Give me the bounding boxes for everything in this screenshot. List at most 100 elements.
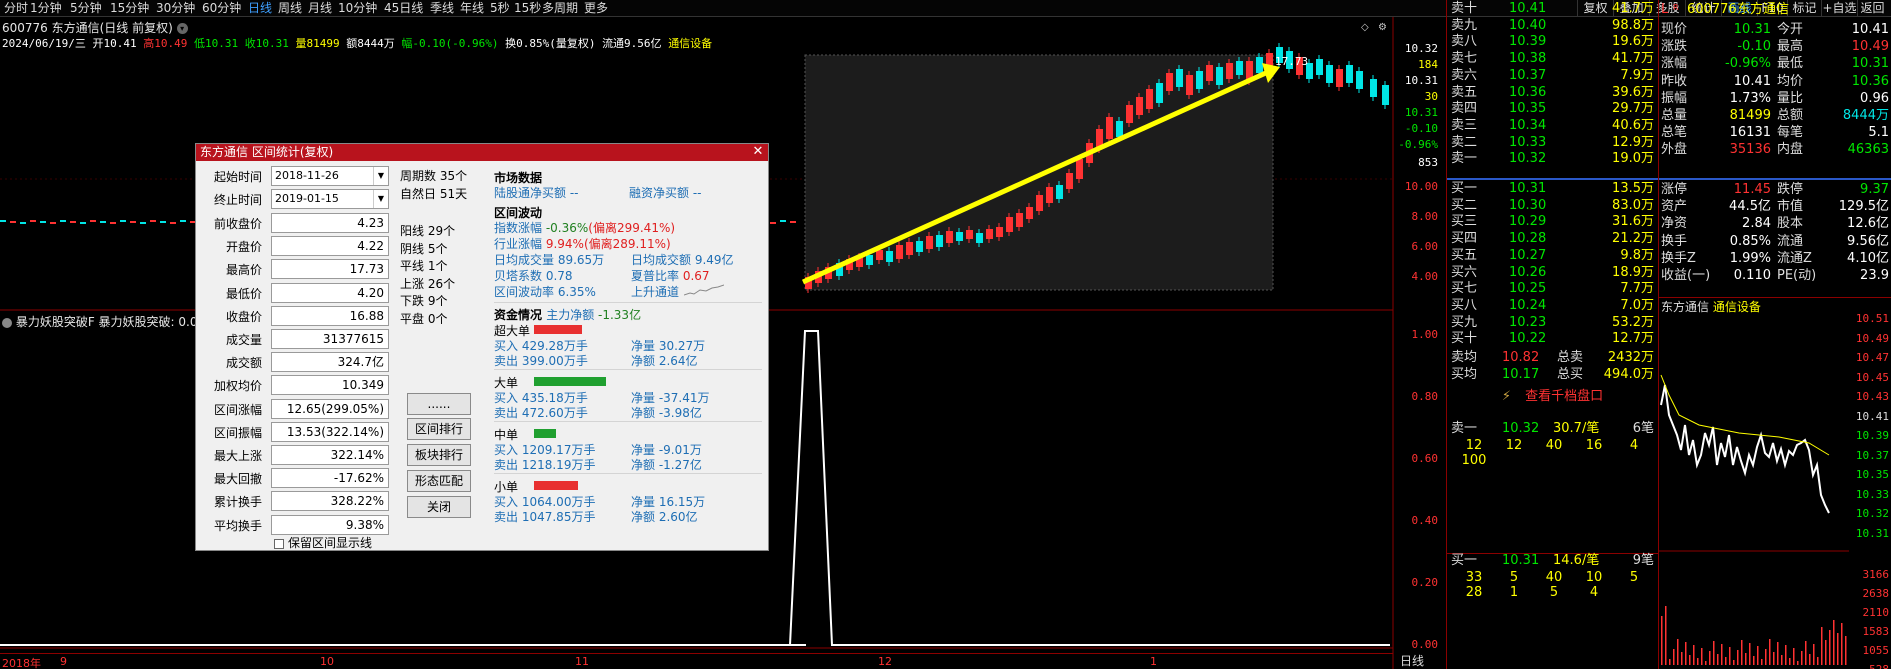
volume-bar: [1777, 642, 1779, 665]
candle-flat: [770, 222, 776, 224]
period-tab-6[interactable]: 日线: [248, 1, 272, 16]
quote-value: 9.56亿: [1847, 233, 1889, 249]
volume-bar: [1789, 658, 1791, 665]
mini-price-tick-1: 10.49: [1855, 331, 1889, 345]
ob-volume: 7.0万: [1620, 297, 1654, 313]
period-tab-1[interactable]: 1分钟: [30, 1, 62, 16]
dialog-button-4[interactable]: 关闭: [407, 496, 471, 518]
stat-value-5: 31377615: [271, 329, 389, 349]
date-axis: 2018年 9 10 11 12 1: [0, 653, 1393, 669]
date-tick-3: 11: [575, 655, 589, 668]
mini-chart-top: [1659, 297, 1891, 298]
dialog-button-3[interactable]: 形态匹配: [407, 470, 471, 492]
bid-row-6: 买七 10.25 7.7万: [1447, 281, 1658, 297]
period-tab-9[interactable]: 10分钟: [338, 1, 377, 16]
keep-range-line-checkbox[interactable]: 保留区间显示线: [274, 534, 372, 551]
candle: [906, 242, 913, 255]
dialog-button-0[interactable]: ......: [407, 393, 471, 415]
gear-icon[interactable]: [2, 317, 12, 328]
candle-flat: [30, 220, 36, 222]
ob-level-label: 买三: [1451, 214, 1478, 230]
ob-level-label: 买六: [1451, 264, 1478, 280]
period-count: 周期数 35个: [400, 169, 468, 183]
group-net-amt-0: 净额 2.64亿: [631, 352, 698, 369]
view-depth-link[interactable]: ⚡ 查看千档盘口: [1447, 389, 1658, 405]
quote-label: 内盘: [1777, 142, 1804, 158]
end-date-select[interactable]: 2019-01-15 ▼: [271, 189, 389, 209]
candle-flat: [20, 222, 26, 224]
candle-flat: [110, 222, 116, 224]
volume-bar: [1845, 636, 1847, 665]
ob-volume: 7.7万: [1620, 281, 1654, 297]
diamond-icon[interactable]: ◇: [1361, 22, 1369, 33]
stat-value-10: 322.14%: [271, 445, 389, 465]
period-tab-8[interactable]: 月线: [308, 1, 332, 16]
start-date-select[interactable]: 2018-11-26 ▼: [271, 166, 389, 186]
avg-buy-value: 10.17: [1502, 367, 1540, 382]
dialog-button-1[interactable]: 区间排行: [407, 418, 471, 440]
ask1-detail-queue: 100: [1461, 453, 1487, 468]
volume-bar: [1693, 645, 1695, 665]
close-icon[interactable]: ✕: [751, 145, 765, 159]
bid-row-7: 买八 10.24 7.0万: [1447, 298, 1658, 314]
period-tab-2[interactable]: 5分钟: [70, 1, 102, 16]
ob-volume: 9.8万: [1620, 247, 1654, 263]
bid-row-5: 买六 10.26 18.9万: [1447, 265, 1658, 281]
volume-bar: [1709, 651, 1711, 665]
bid-row-2: 买三 10.29 31.6万: [1447, 214, 1658, 230]
quote-value: 10.49: [1851, 39, 1889, 55]
ob-level-label: 买四: [1451, 231, 1478, 247]
date-tick-1: 9: [60, 655, 67, 668]
period-tab-0[interactable]: 分时: [4, 1, 28, 16]
industry-change-part-0: 行业涨幅: [494, 237, 546, 251]
period-tab-14[interactable]: 15秒: [514, 1, 541, 16]
period-tab-7[interactable]: 周线: [278, 1, 302, 16]
quote-label: 收益(一): [1661, 268, 1711, 283]
net-vol-value: 30.27万: [658, 339, 706, 353]
net-amt-label: 净额: [631, 406, 659, 420]
ob-level-label: 卖七: [1451, 51, 1478, 67]
period-tab-4[interactable]: 30分钟: [156, 1, 195, 16]
period-tab-11[interactable]: 季线: [430, 1, 454, 16]
ask1-detail-count: 6笔: [1632, 421, 1654, 436]
avg-sell-label: 卖均: [1451, 350, 1478, 365]
intraday-mini-chart[interactable]: [1659, 315, 1849, 665]
candle: [1382, 85, 1389, 105]
bid-row-1: 买二 10.30 83.0万: [1447, 198, 1658, 214]
view-depth-text[interactable]: 查看千档盘口: [1525, 389, 1603, 404]
candle: [1206, 65, 1213, 81]
dialog-button-2[interactable]: 板块排行: [407, 444, 471, 466]
indicator-tick-4: 0.20: [1411, 576, 1439, 589]
period-tab-10[interactable]: 45日线: [384, 1, 423, 16]
period-tab-16[interactable]: 更多: [584, 1, 608, 16]
quote-value: 0.85%: [1729, 233, 1771, 249]
price-tick-9: 8.00: [1411, 210, 1439, 223]
quote-code: 600776: [1687, 2, 1737, 17]
group-net-amt-1: 净额 -3.98亿: [631, 404, 702, 421]
period-tab-3[interactable]: 15分钟: [110, 1, 149, 16]
settings-icon[interactable]: ⚙: [1378, 22, 1387, 33]
stat-label-12: 累计换手: [213, 495, 262, 510]
period-tab-12[interactable]: 年线: [460, 1, 484, 16]
period-tab-13[interactable]: 5秒: [490, 1, 510, 16]
ob-volume: 19.0万: [1612, 151, 1654, 167]
mid-separator: [1447, 178, 1658, 180]
checkbox-box[interactable]: [274, 538, 284, 549]
ask-row-2: 卖八 10.39 19.6万: [1447, 34, 1658, 50]
period-label[interactable]: 日线: [1400, 652, 1424, 669]
quote-label: 每笔: [1777, 125, 1804, 141]
quote-label: 流通: [1777, 233, 1804, 249]
stat-value-2: 17.73: [271, 259, 389, 280]
natural-days: 自然日 51天: [400, 187, 468, 201]
bid1-detail-queue: 5: [1509, 570, 1519, 585]
net-amt-label: 净额: [631, 510, 659, 524]
period-tab-5[interactable]: 60分钟: [202, 1, 241, 16]
candle: [1146, 89, 1153, 109]
mini-sector[interactable]: 通信设备: [1713, 300, 1761, 314]
indicator-tick-3: 0.40: [1411, 514, 1439, 527]
industry-change-part-1: 9.94%: [545, 237, 584, 251]
quote-label: 涨跌: [1661, 39, 1688, 55]
mini-price-tick-3: 10.45: [1855, 370, 1889, 384]
fund-main-label: 主力净额: [546, 308, 599, 322]
period-tab-15[interactable]: 多周期: [542, 1, 578, 16]
